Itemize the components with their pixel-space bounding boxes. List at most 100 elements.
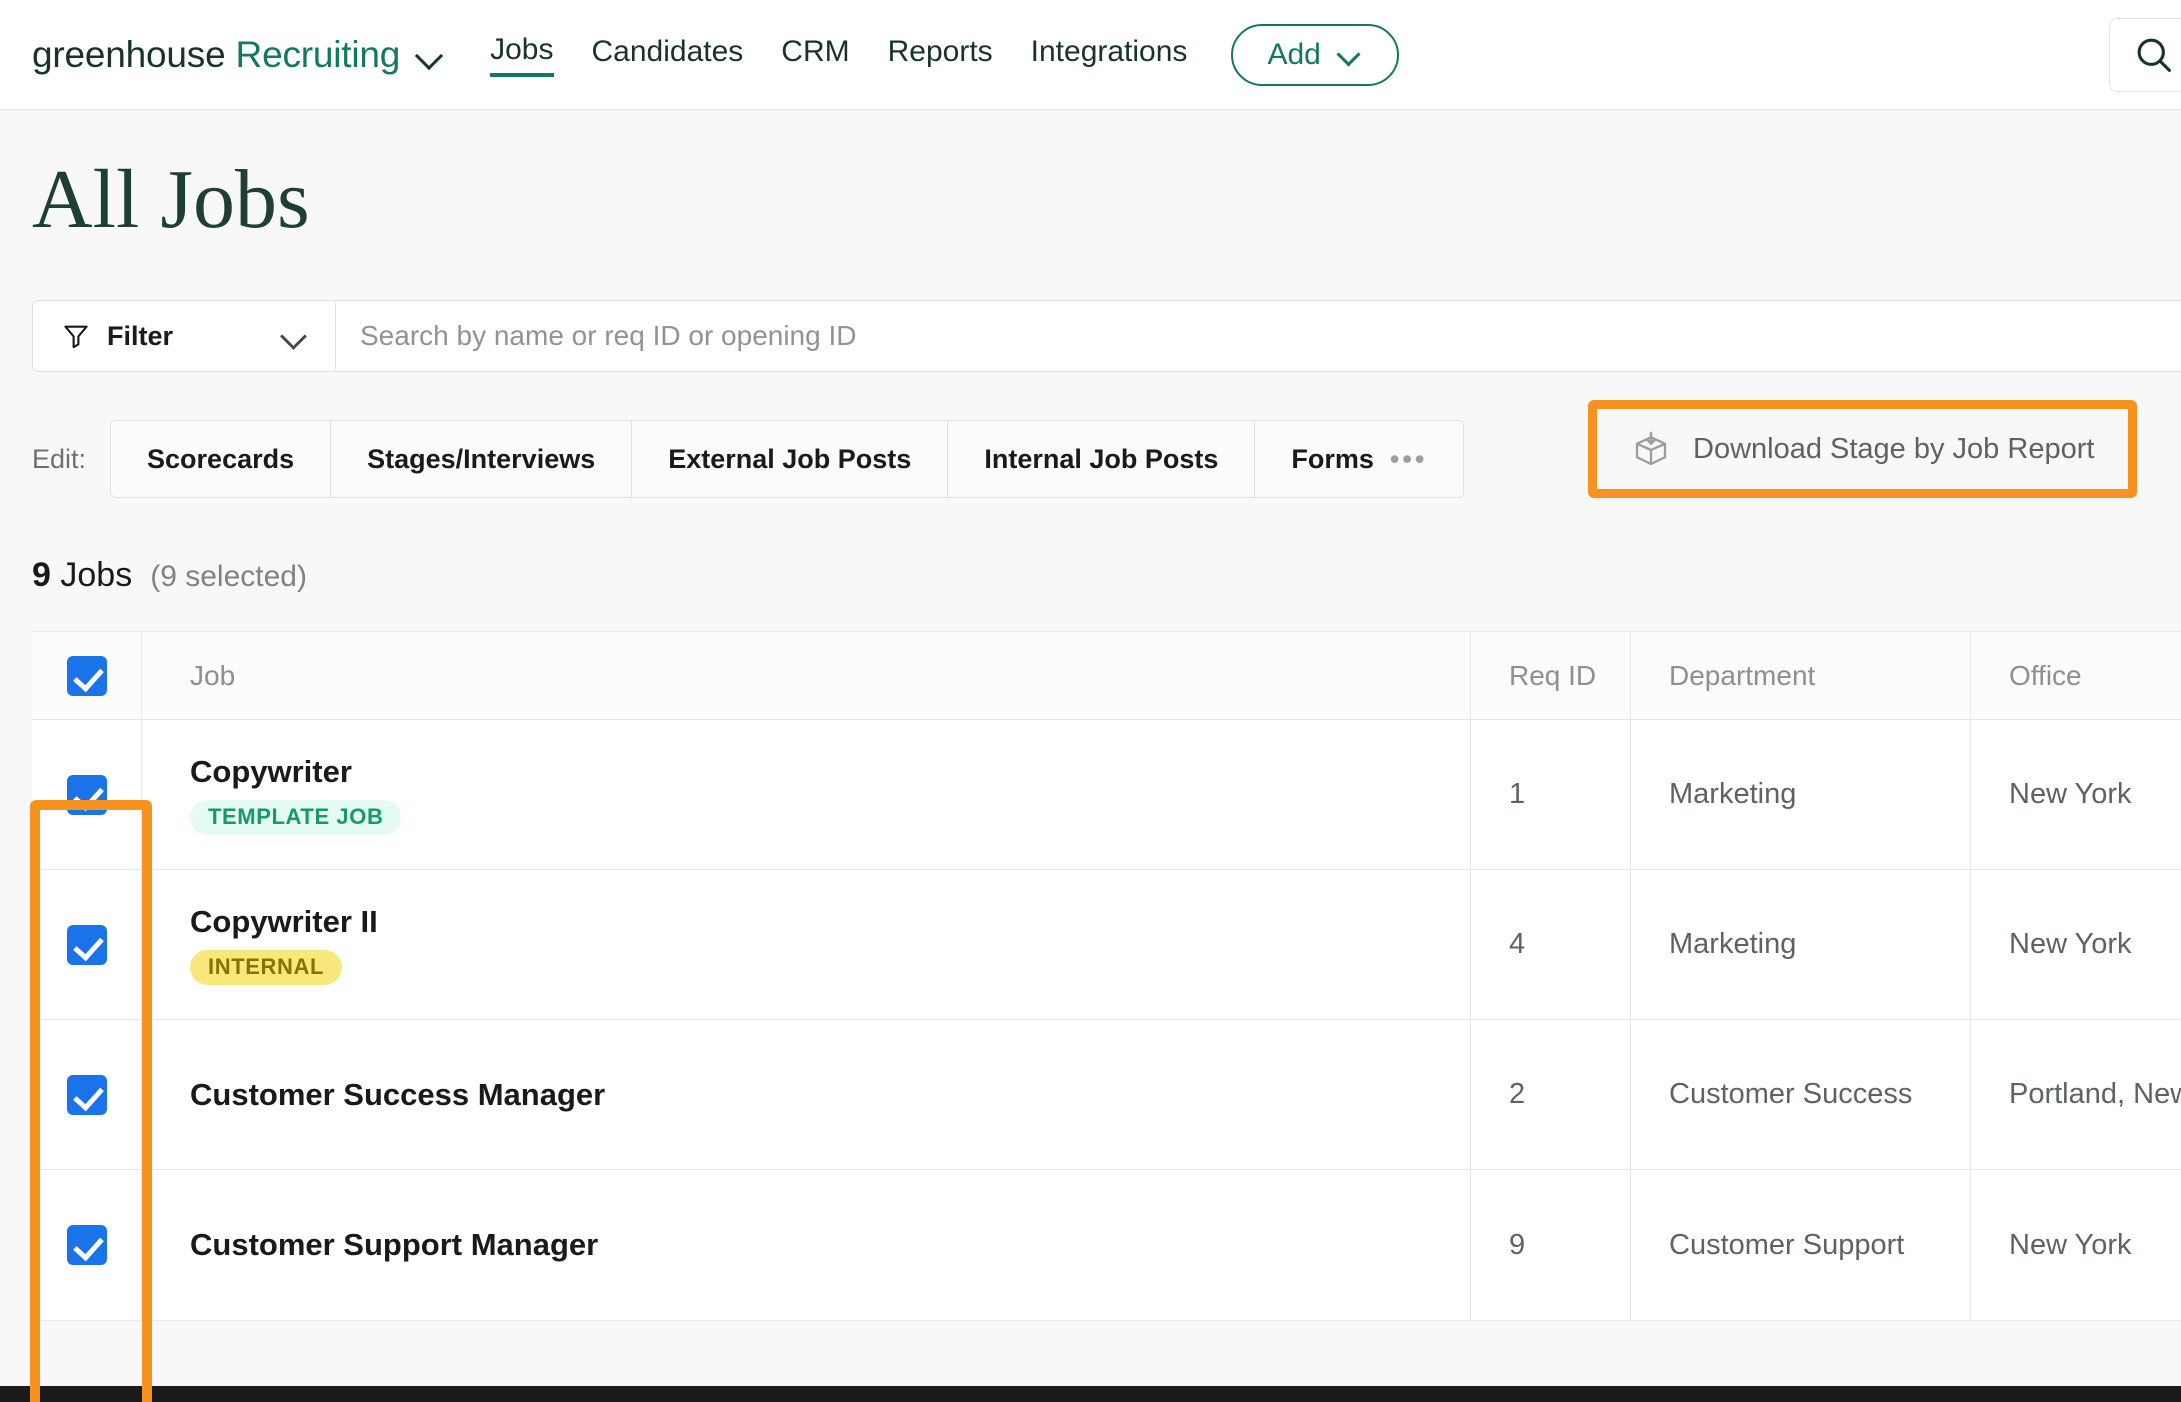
bottom-scrollbar[interactable]: [0, 1386, 2181, 1402]
column-header-office-label: Office: [2009, 659, 2082, 691]
table-row[interactable]: Customer Support Manager 9 Customer Supp…: [32, 1170, 2181, 1320]
download-report-highlight: Download Stage by Job Report: [1588, 400, 2138, 498]
job-count-word: Jobs: [60, 556, 133, 594]
job-count-row: 9 Jobs (9 selected): [32, 556, 2181, 595]
nav-link-integrations[interactable]: Integrations: [1031, 35, 1188, 75]
more-options-icon[interactable]: •••: [1390, 445, 1427, 472]
edit-tab-forms[interactable]: Forms •••: [1255, 421, 1464, 497]
filter-dropdown-button[interactable]: Filter: [33, 301, 336, 371]
nav-link-reports[interactable]: Reports: [888, 35, 993, 75]
brand-logo-menu[interactable]: greenhouse Recruiting: [32, 34, 442, 76]
edit-tab-external-job-posts[interactable]: External Job Posts: [632, 421, 949, 497]
office-value: New York: [2009, 1228, 2132, 1261]
select-all-cell: [32, 632, 142, 719]
edit-tab-stages-interviews[interactable]: Stages/Interviews: [331, 421, 633, 497]
row-select-cell: [32, 1170, 142, 1320]
brand-wordmark: greenhouse Recruiting: [32, 34, 400, 76]
nav-link-crm[interactable]: CRM: [781, 35, 849, 75]
row-checkbox[interactable]: [66, 924, 107, 965]
column-header-req-id[interactable]: Req ID: [1471, 632, 1631, 719]
download-report-label: Download Stage by Job Report: [1693, 432, 2095, 465]
req-id-cell: 2: [1471, 1020, 1631, 1169]
edit-toolbar: Edit: Scorecards Stages/Interviews Exter…: [32, 400, 2181, 498]
page-title: All Jobs: [32, 153, 310, 246]
office-value: New York: [2009, 778, 2132, 810]
department-value: Marketing: [1669, 778, 1797, 810]
req-id-cell: 1: [1471, 720, 1631, 869]
department-cell: Customer Support: [1631, 1170, 1971, 1320]
add-button[interactable]: Add: [1231, 23, 1399, 86]
column-header-department-label: Department: [1669, 659, 1816, 691]
department-cell: Marketing: [1631, 720, 1971, 869]
job-cell: Copywriter II INTERNAL: [142, 870, 1471, 1019]
row-checkbox[interactable]: [66, 1225, 107, 1265]
office-cell: New York: [1971, 870, 2181, 1019]
row-select-cell: [32, 720, 142, 869]
job-cell: Copywriter TEMPLATE JOB: [142, 720, 1471, 869]
nav-link-candidates[interactable]: Candidates: [592, 35, 744, 75]
jobs-table: Job Req ID Department Office Copywriter …: [32, 631, 2181, 1321]
job-count-number: 9: [32, 556, 51, 594]
office-cell: Portland, New York: [1971, 1020, 2181, 1169]
department-cell: Customer Success: [1631, 1020, 1971, 1169]
brand-name-recruiting: Recruiting: [235, 33, 401, 75]
funnel-icon: [64, 325, 88, 349]
search-input[interactable]: [336, 301, 2181, 371]
column-header-job[interactable]: Job: [142, 632, 1471, 719]
req-id-cell: 4: [1471, 870, 1631, 1019]
edit-tab-forms-label: Forms: [1291, 443, 1374, 474]
job-title-link[interactable]: Customer Success Manager: [190, 1077, 1470, 1113]
primary-nav-links: Jobs Candidates CRM Reports Integrations: [490, 33, 1187, 77]
req-id-value: 9: [1509, 1228, 1526, 1261]
job-cell: Customer Success Manager: [142, 1020, 1471, 1169]
office-cell: New York: [1971, 1170, 2181, 1320]
job-title-link[interactable]: Customer Support Manager: [190, 1227, 1470, 1263]
brand-name-greenhouse: greenhouse: [32, 33, 226, 75]
edit-tab-scorecards[interactable]: Scorecards: [111, 421, 332, 497]
department-value: Customer Success: [1669, 1078, 1913, 1110]
job-count: 9 Jobs: [32, 556, 132, 595]
row-checkbox[interactable]: [66, 774, 107, 815]
department-cell: Marketing: [1631, 870, 1971, 1019]
office-cell: New York: [1971, 720, 2181, 869]
table-header-row: Job Req ID Department Office: [32, 632, 2181, 720]
chevron-down-icon[interactable]: [416, 42, 442, 68]
global-search-button[interactable]: [2109, 18, 2181, 92]
chevron-down-icon: [281, 323, 307, 349]
chevron-down-icon: [1337, 42, 1363, 68]
department-value: Customer Support: [1669, 1228, 1905, 1261]
column-header-department[interactable]: Department: [1631, 632, 1971, 719]
table-row[interactable]: Copywriter II INTERNAL 4 Marketing New Y…: [32, 870, 2181, 1020]
job-selected-count: (9 selected): [150, 560, 307, 593]
column-header-job-label: Job: [190, 659, 236, 691]
row-select-cell: [32, 870, 142, 1019]
req-id-value: 4: [1509, 928, 1526, 960]
search-icon: [2137, 38, 2171, 72]
req-id-value: 2: [1509, 1078, 1526, 1110]
edit-label: Edit:: [32, 443, 87, 474]
row-select-cell: [32, 1020, 142, 1169]
status-badge: INTERNAL: [190, 950, 343, 986]
office-value: Portland, New York: [2009, 1078, 2181, 1110]
status-badge: TEMPLATE JOB: [190, 800, 402, 836]
column-header-office[interactable]: Office: [1971, 632, 2181, 719]
req-id-value: 1: [1509, 778, 1526, 810]
download-box-icon: [1635, 431, 1667, 466]
job-title-link[interactable]: Copywriter II: [190, 904, 1470, 940]
add-button-label: Add: [1267, 37, 1321, 71]
table-row[interactable]: Customer Success Manager 2 Customer Succ…: [32, 1020, 2181, 1170]
download-stage-by-job-report-button[interactable]: Download Stage by Job Report: [1601, 413, 2125, 485]
office-value: New York: [2009, 928, 2132, 960]
req-id-cell: 9: [1471, 1170, 1631, 1320]
column-header-req-id-label: Req ID: [1509, 659, 1597, 691]
select-all-checkbox[interactable]: [66, 655, 107, 696]
top-navigation-bar: greenhouse Recruiting Jobs Candidates CR…: [0, 0, 2181, 110]
bulk-edit-segmented-control: Scorecards Stages/Interviews External Jo…: [110, 420, 1465, 498]
nav-link-jobs[interactable]: Jobs: [490, 33, 554, 77]
row-checkbox[interactable]: [66, 1074, 107, 1115]
table-row[interactable]: Copywriter TEMPLATE JOB 1 Marketing New …: [32, 720, 2181, 870]
department-value: Marketing: [1669, 928, 1797, 960]
edit-tab-internal-job-posts[interactable]: Internal Job Posts: [948, 421, 1256, 497]
job-title-link[interactable]: Copywriter: [190, 754, 1470, 790]
filter-search-bar: Filter: [32, 300, 2181, 372]
